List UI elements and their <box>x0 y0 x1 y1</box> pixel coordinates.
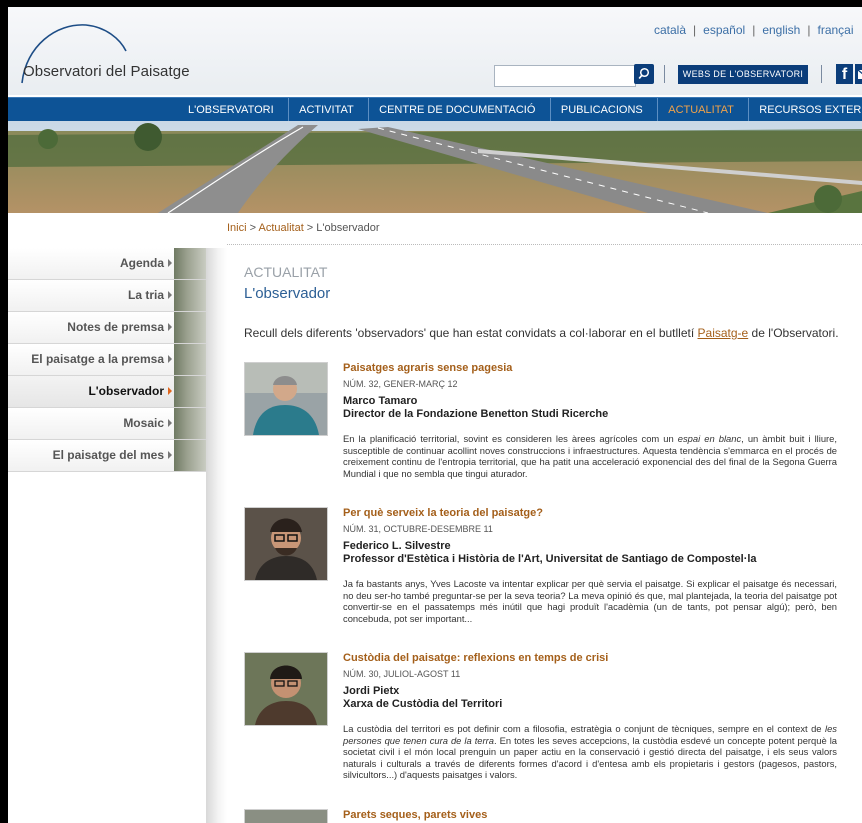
nav-item-actualitat[interactable]: ACTUALITAT <box>657 98 744 122</box>
breadcrumb-current: L'observador <box>316 222 380 234</box>
paisatge-link[interactable]: Paisatg-e <box>698 326 749 340</box>
intro-text: Recull dels diferents 'observadors' que … <box>244 326 839 340</box>
envelope-icon <box>857 69 862 79</box>
chevron-right-icon <box>168 323 172 331</box>
entry-author: Federico L. Silvestre <box>343 540 451 552</box>
sidebar-item-notes-premsa[interactable]: Notes de premsa <box>8 312 206 344</box>
content-shadow <box>206 248 227 823</box>
entry-title-link[interactable]: Custòdia del paisatge: reflexions en tem… <box>343 652 837 664</box>
site-header: Observatori del Paisatge català | español |… <box>8 7 862 95</box>
nav-item-activitat[interactable]: ACTIVITAT <box>288 98 364 122</box>
lang-francais[interactable]: françai <box>817 23 853 37</box>
search-button[interactable] <box>634 64 654 84</box>
lang-catala[interactable]: català <box>654 23 686 37</box>
language-switcher: català | español | english | françai <box>654 23 854 37</box>
header-banner-image <box>8 121 862 213</box>
entry-description: La custòdia del territori es pot definir… <box>343 723 837 781</box>
logo-arc-icon <box>21 24 127 84</box>
page: Observatori del Paisatge català | español |… <box>0 0 862 823</box>
sidebar-item-mosaic[interactable]: Mosaic <box>8 408 206 440</box>
author-photo[interactable] <box>244 362 328 436</box>
left-border <box>0 0 8 823</box>
sidebar-item-observador[interactable]: L'observador <box>8 376 206 408</box>
breadcrumb-section-link[interactable]: Actualitat <box>259 222 304 234</box>
nav-item-publicacions[interactable]: PUBLICACIONS <box>549 98 653 122</box>
entry-author: Jordi Pietx <box>343 685 400 697</box>
header-divider <box>821 65 822 83</box>
sidebar-item-paisatge-premsa[interactable]: El paisatge a la premsa <box>8 344 206 376</box>
page-title: L'observador <box>244 285 331 302</box>
author-photo[interactable] <box>244 507 328 581</box>
chevron-right-icon <box>168 259 172 267</box>
section-title: ACTUALITAT <box>244 264 328 280</box>
breadcrumb: Inici > Actualitat > L'observador <box>227 222 380 234</box>
entry-issue: NÚM. 31, OCTUBRE-DESEMBRE 11 <box>343 524 493 534</box>
mail-icon[interactable] <box>855 64 862 84</box>
entry-issue: NÚM. 32, GENER-MARÇ 12 <box>343 379 458 389</box>
nav-item-recursos-externs[interactable]: RECURSOS EXTERNS <box>748 98 862 122</box>
logo-text[interactable]: Observatori del Paisatge <box>23 63 190 80</box>
chevron-right-icon <box>168 451 172 459</box>
entry-title-link[interactable]: Per què serveix la teoria del paisatge? <box>343 507 837 519</box>
entry-description: En la planificació territorial, sovint e… <box>343 433 837 479</box>
entry-role: Director de la Fondazione Benetton Studi… <box>343 408 609 420</box>
sidebar-item-agenda[interactable]: Agenda <box>8 248 206 280</box>
chevron-right-icon <box>168 355 172 363</box>
sidebar-menu: Agenda La tria Notes de premsa El paisat… <box>8 248 206 472</box>
sidebar-item-paisatge-mes[interactable]: El paisatge del mes <box>8 440 206 472</box>
search-input[interactable] <box>494 65 636 87</box>
chevron-right-icon <box>168 419 172 427</box>
lang-english[interactable]: english <box>762 23 800 37</box>
nav-item-centre-documentacio[interactable]: CENTRE DE DOCUMENTACIÓ <box>368 98 545 122</box>
facebook-icon[interactable]: f <box>836 64 853 84</box>
entry-role: Professor d'Estètica i Història de l'Art… <box>343 553 757 565</box>
main-navigation: L'OBSERVATORI ACTIVITAT CENTRE DE DOCUME… <box>8 97 862 122</box>
lang-espanol[interactable]: español <box>703 23 745 37</box>
search-icon <box>638 67 650 80</box>
chevron-right-icon <box>168 291 172 299</box>
webs-observatori-button[interactable]: WEBS DE L'OBSERVATORI <box>678 65 808 84</box>
entry-author: Marco Tamaro <box>343 395 418 407</box>
author-photo[interactable] <box>244 809 328 823</box>
chevron-right-icon <box>168 387 172 395</box>
breadcrumb-divider <box>227 244 862 245</box>
entry-issue: NÚM. 30, JULIOL-AGOST 11 <box>343 669 461 679</box>
entry-title-link[interactable]: Paisatges agraris sense pagesia <box>343 362 837 374</box>
entry-role: Xarxa de Custòdia del Territori <box>343 698 503 710</box>
breadcrumb-home-link[interactable]: Inici <box>227 222 247 234</box>
entry-title-link[interactable]: Parets seques, parets vives <box>343 809 837 821</box>
header-divider <box>664 65 665 83</box>
author-photo[interactable] <box>244 652 328 726</box>
top-border <box>0 0 862 7</box>
sidebar-item-la-tria[interactable]: La tria <box>8 280 206 312</box>
nav-item-observatori[interactable]: L'OBSERVATORI <box>178 98 284 122</box>
entry-description: Ja fa bastants anys, Yves Lacoste va int… <box>343 578 837 624</box>
